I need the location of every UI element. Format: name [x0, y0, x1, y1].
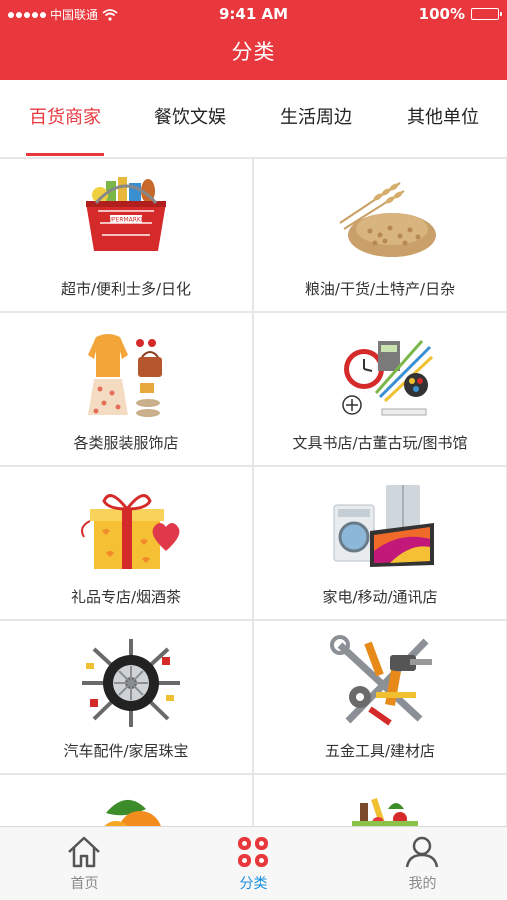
category-grain-dry-goods[interactable]: 粮油/干货/土特产/日杂: [254, 159, 506, 311]
nav-home-label: 首页: [70, 876, 99, 892]
nav-profile[interactable]: 我的: [338, 827, 507, 900]
fruit-icon: [104, 799, 161, 826]
category-appliances-telecom[interactable]: 家电/移动/通讯店: [254, 467, 506, 619]
nav-profile-label: 我的: [408, 876, 437, 892]
active-tab-indicator: [26, 153, 104, 156]
category-label: 粮油/干货/土特产/日杂: [304, 280, 456, 298]
category-icon: [238, 837, 268, 867]
category-tabs: 百货商家 餐饮文娱 生活周边 其他单位: [0, 80, 507, 158]
tools-icon: [330, 635, 432, 726]
category-label: 各类服装服饰店: [73, 434, 179, 452]
category-clothing[interactable]: 各类服装服饰店: [0, 313, 252, 465]
profile-icon: [405, 836, 439, 868]
nav-category-label: 分类: [239, 876, 268, 892]
svg-text:SUPERMARKET: SUPERMARKET: [104, 217, 149, 224]
wheat-grain-icon: [339, 182, 436, 257]
page-title: 分类: [231, 40, 276, 64]
tab-dining-entertainment[interactable]: 餐饮文娱: [127, 80, 253, 158]
category-label: 文具书店/古董古玩/图书馆: [292, 434, 468, 452]
tab-life-services[interactable]: 生活周边: [253, 80, 379, 158]
gift-box-icon: [81, 494, 180, 569]
category-label: 超市/便利士多/日化: [60, 280, 192, 298]
category-grocery[interactable]: [254, 775, 506, 826]
battery-status: 100%: [418, 5, 502, 23]
category-fruit[interactable]: [0, 775, 252, 826]
tab-department-stores[interactable]: 百货商家: [2, 80, 128, 158]
grocery-bag-icon: [352, 798, 418, 826]
nav-category[interactable]: 分类: [169, 827, 338, 900]
category-supermarket[interactable]: SUPERMARKET 超市/便利士多/日化: [0, 159, 252, 311]
category-gifts-tobacco-tea[interactable]: 礼品专店/烟酒茶: [0, 467, 252, 619]
top-header: 中国联通 9:41 AM 100% 分类: [0, 0, 507, 80]
status-bar: 中国联通 9:41 AM 100%: [0, 0, 507, 28]
stationery-icon: [342, 340, 434, 416]
category-label: 家电/移动/通讯店: [322, 588, 438, 606]
battery-icon: [471, 8, 502, 20]
tab-other-units[interactable]: 其他单位: [380, 80, 506, 158]
bottom-navigation: 首页 分类 我的: [0, 826, 507, 900]
home-icon: [68, 836, 100, 868]
appliances-icon: [333, 485, 434, 567]
category-label: 五金工具/建材店: [324, 742, 436, 760]
category-auto-parts-jewelry[interactable]: 汽车配件/家居珠宝: [0, 621, 252, 773]
battery-percent: 100%: [418, 5, 465, 23]
clothing-icon: [88, 334, 162, 417]
category-grid: SUPERMARKET 超市/便利士多/日化 粮油/干货/土特产/日杂 各类服装…: [0, 158, 507, 826]
category-label: 礼品专店/烟酒茶: [70, 588, 182, 606]
supermarket-basket-icon: SUPERMARKET: [86, 177, 166, 251]
nav-home[interactable]: 首页: [0, 827, 169, 900]
category-hardware-building[interactable]: 五金工具/建材店: [254, 621, 506, 773]
category-stationery-books[interactable]: 文具书店/古董古玩/图书馆: [254, 313, 506, 465]
category-label: 汽车配件/家居珠宝: [63, 742, 189, 760]
car-parts-icon: [82, 639, 180, 727]
